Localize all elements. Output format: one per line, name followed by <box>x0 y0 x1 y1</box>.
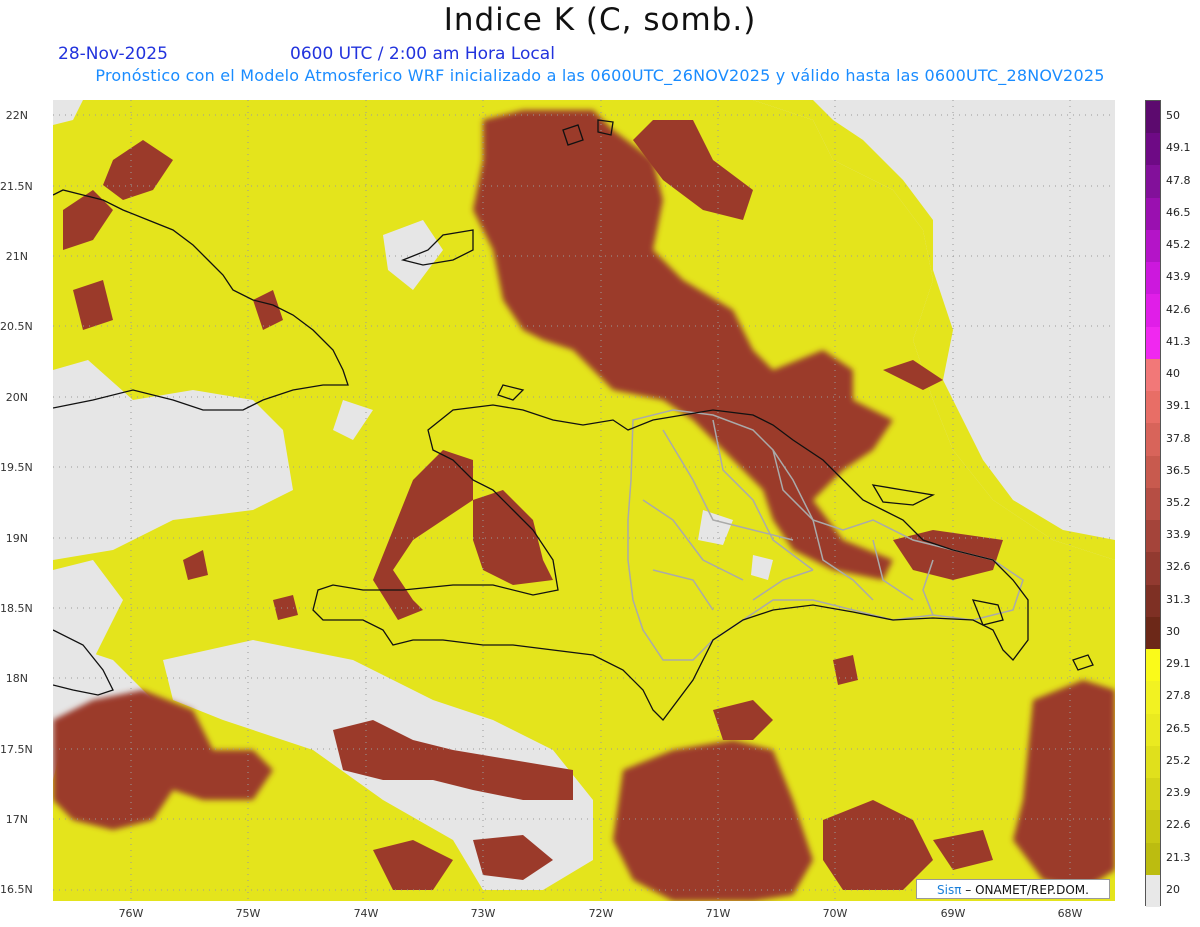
colorbar-label: 35.2 <box>1166 496 1191 509</box>
colorbar-segment <box>1146 197 1160 231</box>
colorbar-label: 42.6 <box>1166 302 1191 316</box>
colorbar-label: 47.8 <box>1166 173 1191 187</box>
map-title: Indice K (C, somb.) <box>443 2 757 38</box>
colorbar-segment <box>1146 455 1160 489</box>
colorbar-label: 41.3 <box>1166 334 1191 348</box>
colorbar-segment <box>1146 745 1160 779</box>
lat-label: 20.5N <box>0 320 33 333</box>
lon-label: 68W <box>1057 907 1083 920</box>
colorbar-segment <box>1146 713 1160 747</box>
colorbar-label: 37.8 <box>1166 431 1191 445</box>
lat-label: 18N <box>5 672 28 685</box>
colorbar-label: 20 <box>1166 882 1180 896</box>
colorbar-segment <box>1146 584 1160 618</box>
lon-label: 73W <box>470 907 496 920</box>
colorbar-label: 32.6 <box>1166 560 1191 574</box>
lon-label: 74W <box>353 907 379 920</box>
colorbar-segment <box>1146 520 1160 553</box>
colorbar-segment <box>1146 487 1160 521</box>
forecast-description: Pronóstico con el Modelo Atmosferico WRF… <box>95 66 1105 85</box>
lat-label: 21N <box>5 250 28 263</box>
lon-label: 71W <box>705 907 731 920</box>
lat-label: 19.5N <box>0 461 33 474</box>
colorbar-label: 46.5 <box>1166 205 1191 219</box>
colorbar-label: 50 <box>1166 109 1180 123</box>
lat-label: 20N <box>5 391 28 404</box>
colorbar-segment <box>1146 294 1160 328</box>
k-index-map <box>53 100 1115 901</box>
colorbar-segment <box>1146 616 1160 650</box>
colorbar-label: 31.3 <box>1166 592 1191 606</box>
colorbar-segment <box>1146 874 1160 908</box>
colorbar-label: 45.2 <box>1166 238 1191 252</box>
colorbar-label: 43.9 <box>1166 270 1191 284</box>
lon-label: 70W <box>822 907 848 920</box>
credit-text: – ONAMET/REP.DOM. <box>965 883 1089 897</box>
colorbar-segment <box>1146 165 1160 199</box>
credit-box: Sisπ – ONAMET/REP.DOM. <box>916 879 1110 899</box>
colorbar-label: 49.1 <box>1166 141 1191 155</box>
valid-time: 0600 UTC / 2:00 am Hora Local <box>290 44 555 64</box>
colorbar-segment <box>1146 262 1160 295</box>
colorbar <box>1145 100 1161 908</box>
colorbar-label: 39.1 <box>1166 399 1191 413</box>
colorbar-segment <box>1146 810 1160 843</box>
lat-label: 18.5N <box>0 602 33 615</box>
colorbar-label: 27.8 <box>1166 689 1191 703</box>
colorbar-label: 23.9 <box>1166 786 1191 800</box>
lon-label: 72W <box>588 907 614 920</box>
colorbar-segment <box>1146 423 1160 457</box>
lat-label: 17N <box>5 813 28 826</box>
colorbar-segment <box>1146 681 1160 715</box>
lon-label: 69W <box>940 907 966 920</box>
colorbar-segment <box>1146 101 1160 134</box>
colorbar-label: 33.9 <box>1166 528 1191 542</box>
credit-brand: Sisπ <box>937 883 962 897</box>
lat-label: 19N <box>5 532 28 545</box>
colorbar-label: 26.5 <box>1166 721 1191 735</box>
colorbar-segment <box>1146 778 1160 811</box>
colorbar-segment <box>1146 552 1160 586</box>
colorbar-segment <box>1146 229 1160 263</box>
lat-label: 22N <box>5 109 28 122</box>
forecast-date: 28-Nov-2025 <box>58 44 168 64</box>
colorbar-label: 29.1 <box>1166 657 1191 671</box>
colorbar-segment <box>1146 326 1160 360</box>
colorbar-segment <box>1146 133 1160 166</box>
lat-label: 16.5N <box>0 883 33 896</box>
colorbar-segment <box>1146 391 1160 424</box>
colorbar-label: 25.2 <box>1166 753 1191 767</box>
colorbar-segment <box>1146 649 1160 682</box>
colorbar-label: 36.5 <box>1166 463 1191 477</box>
colorbar-label: 22.6 <box>1166 818 1191 832</box>
colorbar-segment <box>1146 842 1160 876</box>
lat-label: 21.5N <box>0 180 33 193</box>
colorbar-label: 21.3 <box>1166 850 1191 864</box>
lon-label: 75W <box>235 907 261 920</box>
lon-label: 76W <box>118 907 144 920</box>
colorbar-segment <box>1146 358 1160 392</box>
colorbar-label: 30 <box>1166 624 1180 638</box>
lat-label: 17.5N <box>0 743 33 756</box>
colorbar-label: 40 <box>1166 367 1180 381</box>
